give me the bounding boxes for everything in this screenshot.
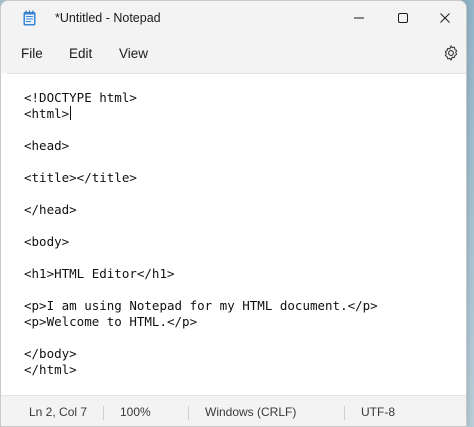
close-button[interactable] <box>423 1 466 35</box>
encoding[interactable]: UTF-8 <box>361 405 395 419</box>
menu-edit[interactable]: Edit <box>69 46 92 61</box>
status-divider <box>103 406 104 420</box>
maximize-icon <box>398 13 408 23</box>
editor-line-with-caret: <html> <box>24 106 72 121</box>
menu-bar: File Edit View <box>1 35 466 73</box>
title-bar[interactable]: *Untitled - Notepad <box>1 1 466 35</box>
editor-line: <head> <box>24 138 70 153</box>
cursor-position[interactable]: Ln 2, Col 7 <box>29 405 87 419</box>
editor-line: <p>I am using Notepad for my HTML docume… <box>24 298 378 313</box>
status-bar: Ln 2, Col 7 100% Windows (CRLF) UTF-8 <box>1 395 466 426</box>
editor-line: <p>Welcome to HTML.</p> <box>24 314 198 329</box>
minimize-icon <box>354 17 364 19</box>
zoom-level[interactable]: 100% <box>120 405 151 419</box>
status-divider <box>344 406 345 420</box>
menu-file[interactable]: File <box>21 46 43 61</box>
maximize-button[interactable] <box>381 1 425 35</box>
text-editor[interactable]: <!DOCTYPE html> <html> <head> <title></t… <box>7 73 466 395</box>
status-divider <box>188 406 189 420</box>
editor-line: <body> <box>24 234 70 249</box>
gear-icon[interactable] <box>442 44 460 62</box>
close-icon <box>440 13 450 23</box>
text-caret <box>70 106 72 120</box>
editor-line: <title></title> <box>24 170 137 185</box>
editor-line: </html> <box>24 362 77 377</box>
notepad-window: *Untitled - Notepad File Edit View <!DOC… <box>0 0 467 427</box>
minimize-button[interactable] <box>337 1 381 35</box>
line-ending[interactable]: Windows (CRLF) <box>205 405 296 419</box>
notepad-icon <box>23 10 36 26</box>
editor-line: </body> <box>24 346 77 361</box>
window-title: *Untitled - Notepad <box>55 11 161 25</box>
editor-line: </head> <box>24 202 77 217</box>
menu-view[interactable]: View <box>119 46 148 61</box>
editor-line: <!DOCTYPE html> <box>24 90 137 105</box>
editor-line: <h1>HTML Editor</h1> <box>24 266 175 281</box>
